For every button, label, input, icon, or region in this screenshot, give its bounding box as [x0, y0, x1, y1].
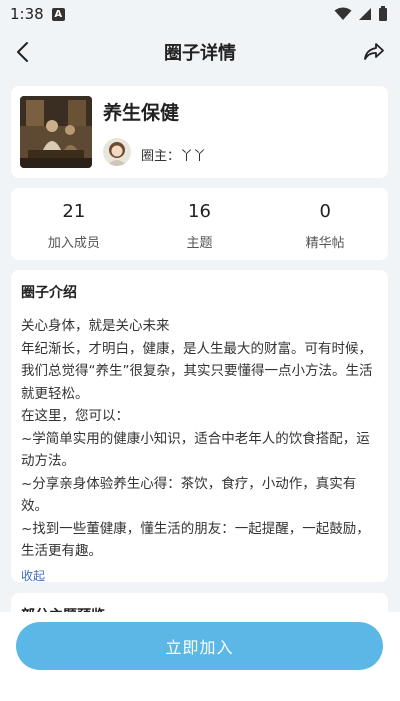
stat-label: 加入成员 — [47, 236, 100, 251]
notification-icon: A — [51, 7, 65, 21]
circle-name: 养生保健 — [103, 102, 180, 124]
back-arrow-icon[interactable] — [12, 40, 36, 64]
status-time: 1:38 — [10, 5, 44, 23]
intro-line: ~学简单实用的健康小知识，适合中老年人的饮食搭配，运动方法。 — [21, 430, 370, 470]
stat-label: 主题 — [186, 236, 213, 251]
owner-name: 丫丫 — [180, 149, 207, 164]
owner-avatar[interactable] — [103, 138, 131, 166]
top-nav: 圈子详情 — [0, 28, 400, 76]
intro-line: ~分享亲身体验养生心得：茶饮，食疗，小动作，真实有效。 — [21, 475, 357, 515]
stat-value: 16 — [188, 201, 211, 222]
owner-label: 圈主： — [141, 149, 181, 164]
stat-value: 0 — [319, 201, 331, 222]
stat-featured[interactable]: 0 精华帖 — [262, 188, 388, 260]
share-icon[interactable] — [362, 40, 386, 64]
intro-line: 年纪渐长，才明白，健康，是人生最大的财富。可有时候，我们总觉得“养生”很复杂，其… — [21, 340, 373, 402]
stat-topics[interactable]: 16 主题 — [137, 188, 263, 260]
circle-owner: 圈主：丫丫 — [141, 145, 206, 164]
battery-icon — [379, 6, 387, 21]
page-title: 圈子详情 — [164, 43, 236, 64]
signal-icon — [359, 7, 371, 20]
collapse-link[interactable]: 收起 — [21, 567, 45, 584]
stat-members[interactable]: 21 加入成员 — [11, 188, 137, 260]
circle-info-card: 养生保健 圈主：丫丫 — [11, 86, 388, 178]
status-icons — [334, 6, 388, 21]
intro-line: 关心身体，就是关心未来 — [21, 318, 170, 334]
status-bar: 1:38 A — [0, 0, 400, 28]
circle-stats-card: 21 加入成员 16 主题 0 精华帖 — [11, 188, 388, 260]
wifi-icon — [334, 7, 352, 20]
bottom-action-bar: 立即加入 — [0, 612, 400, 701]
intro-title: 圈子介绍 — [21, 285, 77, 301]
intro-line: 在这里，您可以： — [21, 408, 129, 424]
intro-text: 关心身体，就是关心未来 年纪渐长，才明白，健康，是人生最大的财富。可有时候，我们… — [21, 315, 378, 563]
circle-intro-card: 圈子介绍 关心身体，就是关心未来 年纪渐长，才明白，健康，是人生最大的财富。可有… — [11, 270, 388, 584]
intro-line: ~找到一些董健康，懂生活的朋友：一起提醒，一起鼓励，生活更有趣。 — [21, 520, 370, 560]
stat-value: 21 — [62, 201, 86, 222]
join-button[interactable]: 立即加入 — [16, 622, 383, 670]
circle-cover-image — [20, 96, 92, 168]
stat-label: 精华帖 — [305, 236, 345, 251]
